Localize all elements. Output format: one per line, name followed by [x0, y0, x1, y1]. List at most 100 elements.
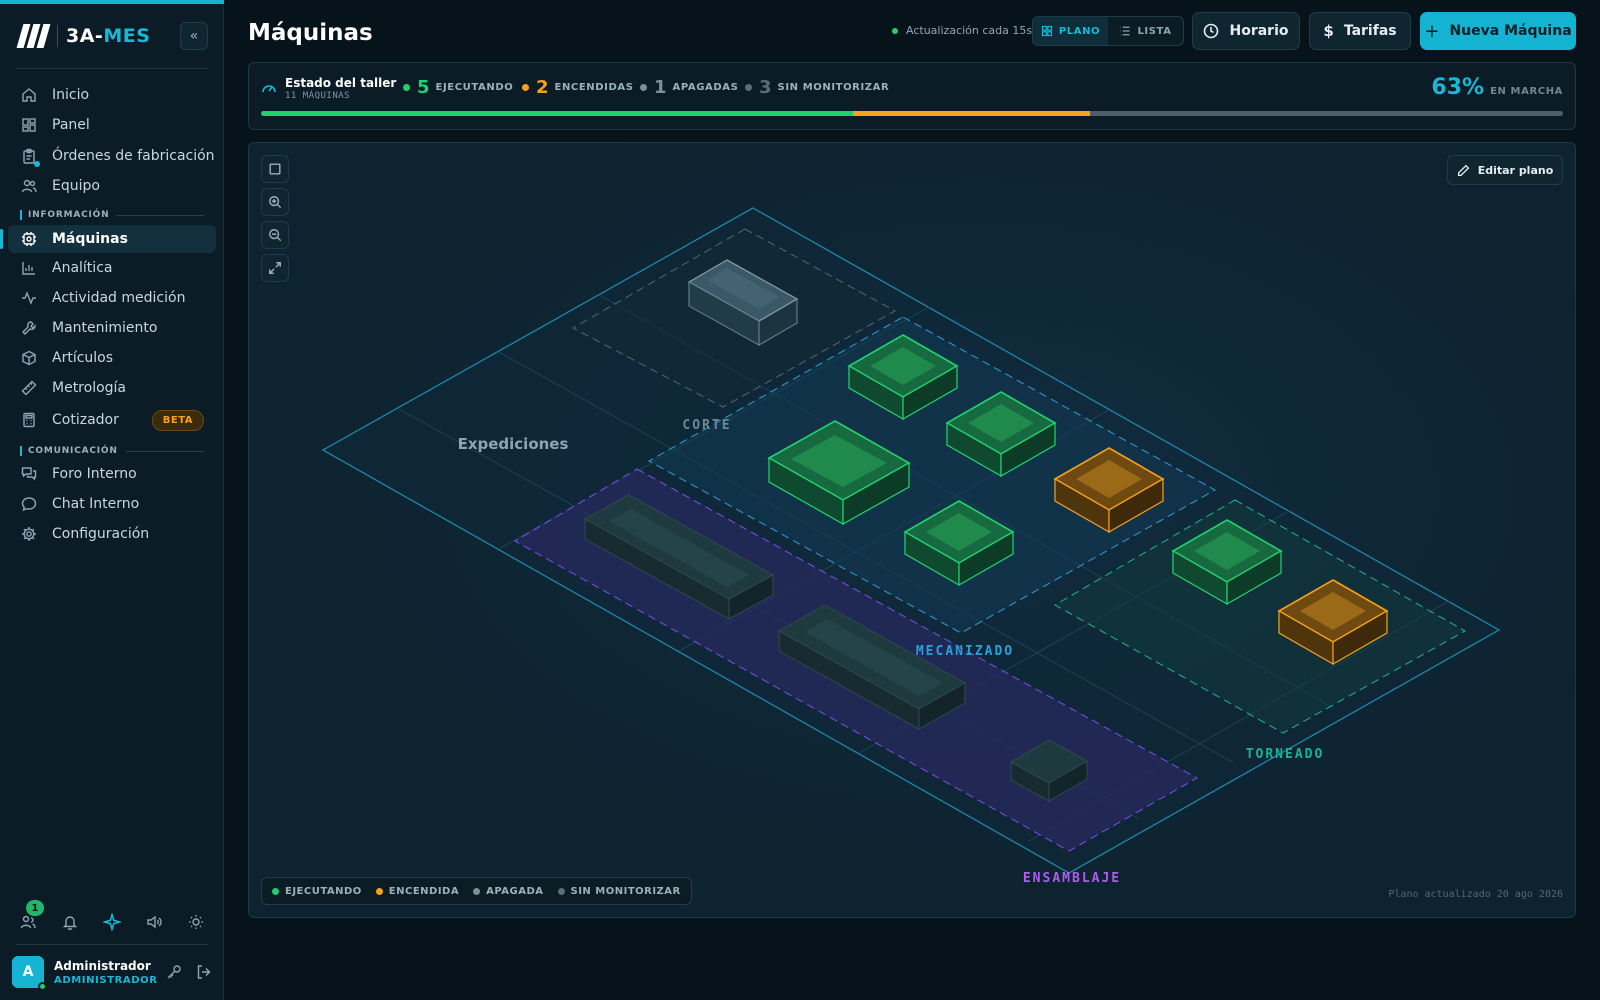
brand[interactable]: 3A-MES [16, 22, 150, 50]
sidebar-item-chat[interactable]: Chat Interno [8, 490, 216, 518]
refresh-text: Actualización cada 15s [906, 24, 1033, 37]
status-count: 1 [654, 77, 667, 98]
view-toggle: PLANO LISTA [1032, 16, 1184, 46]
live-dot [892, 27, 898, 34]
sun-icon[interactable] [184, 910, 208, 934]
sidebar-item-actividad[interactable]: Actividad medición [8, 284, 216, 312]
status-count: 3 [759, 77, 772, 98]
messages-icon [20, 465, 38, 483]
sidebar-item-configuracion[interactable]: Configuración [8, 520, 216, 548]
new-machine-button[interactable]: + Nueva Máquina [1420, 12, 1576, 50]
zoom-out-icon [268, 228, 282, 242]
rates-button[interactable]: $ Tarifas [1309, 12, 1411, 50]
zoom-in-button[interactable] [261, 188, 289, 216]
percent-label: EN MARCHA [1490, 86, 1563, 97]
sidebar-item-inicio[interactable]: Inicio [8, 81, 216, 109]
legend-dot [375, 887, 383, 895]
legend-item: APAGADA [473, 886, 543, 897]
sidebar-item-equipo[interactable]: Equipo [8, 172, 216, 200]
sidebar-item-label: Metrología [52, 380, 127, 396]
key-icon[interactable] [166, 964, 182, 980]
legend-label: EJECUTANDO [285, 885, 362, 897]
legend-item: SIN MONITORIZAR [557, 886, 681, 897]
sidebar-item-label: Mantenimiento [52, 320, 158, 336]
status-on: 2 ENCENDIDAS [522, 77, 634, 98]
legend-dot [473, 887, 481, 895]
expand-icon [268, 261, 282, 275]
zone-label-ensamblaje: ENSAMBLAJE [1023, 871, 1121, 886]
chip-icon [20, 230, 38, 248]
progress-on [853, 111, 1091, 116]
box-icon [20, 349, 38, 367]
square-icon [268, 162, 282, 176]
bell-icon[interactable] [58, 910, 82, 934]
brand-name-a: 3A- [66, 25, 104, 47]
sidebar-item-mantenimiento[interactable]: Mantenimiento [8, 314, 216, 342]
avatar-initial: A [22, 964, 34, 980]
chevrons-left-icon: « [189, 28, 199, 44]
shop-status-panel: Estado del taller 11 MÁQUINAS 5 EJECUTAN… [248, 62, 1576, 130]
sidebar-item-cotizador[interactable]: Cotizador BETA [8, 406, 216, 434]
wrench-icon [20, 319, 38, 337]
floor-plan-canvas[interactable]: Expediciones CORTE MECANIZADO TORNEADO E… [249, 143, 1576, 918]
online-count-badge: 1 [26, 900, 44, 916]
sidebar-item-analitica[interactable]: Analítica [8, 254, 216, 282]
status-label: APAGADAS [672, 82, 739, 93]
users-icon [20, 177, 38, 195]
floor-plan[interactable]: Expediciones CORTE MECANIZADO TORNEADO E… [248, 142, 1576, 918]
status-dot [745, 84, 752, 91]
unread-dot [34, 161, 40, 167]
zone-label-expediciones: Expediciones [458, 435, 569, 453]
sparkle-icon[interactable] [100, 910, 124, 934]
zoom-out-button[interactable] [261, 221, 289, 249]
beta-badge: BETA [151, 409, 204, 431]
status-count: 5 [417, 77, 430, 98]
user-profile[interactable]: A Administrador ADMINISTRADOR [12, 956, 212, 991]
calculator-icon [20, 411, 38, 429]
zone-label-mecanizado: MECANIZADO [916, 644, 1014, 659]
fit-view-button[interactable] [261, 254, 289, 282]
view-plano-button[interactable]: PLANO [1033, 17, 1108, 45]
logout-icon[interactable] [196, 964, 212, 980]
sidebar-quick-actions: 1 [16, 900, 208, 934]
sidebar-item-ordenes[interactable]: Órdenes de fabricación [8, 142, 216, 170]
sidebar-item-label: Analítica [52, 260, 113, 276]
refresh-indicator: Actualización cada 15s [892, 24, 1032, 37]
sidebar-item-maquinas[interactable]: Máquinas [0, 225, 216, 253]
brand-logo-icon [16, 24, 51, 48]
edit-plan-label: Editar plano [1477, 163, 1554, 177]
sidebar-item-panel[interactable]: Panel [8, 111, 216, 139]
select-tool-button[interactable] [261, 155, 289, 183]
schedule-button[interactable]: Horario [1192, 12, 1300, 50]
status-count: 2 [536, 77, 549, 98]
plan-legend: EJECUTANDO ENCENDIDA APAGADA SIN MONITOR… [261, 877, 692, 905]
edit-plan-button[interactable]: Editar plano [1447, 155, 1563, 185]
status-title: Estado del taller [285, 76, 397, 90]
sidebar-item-foro[interactable]: Foro Interno [8, 460, 216, 488]
grid-icon [1041, 25, 1053, 37]
sidebar-item-label: Equipo [52, 178, 100, 194]
gear-icon [20, 525, 38, 543]
bar-chart-icon [20, 259, 38, 277]
user-name: Administrador [54, 958, 151, 973]
section-label-informacion: INFORMACIÓN [20, 210, 204, 220]
sidebar-item-label: Cotizador [52, 412, 119, 428]
user-role: ADMINISTRADOR [54, 974, 158, 986]
sidebar-item-label: Inicio [52, 87, 90, 103]
view-lista-button[interactable]: LISTA [1108, 17, 1183, 45]
home-icon [20, 86, 38, 104]
pencil-icon [1457, 164, 1470, 177]
percent-value: 63% [1431, 75, 1485, 100]
sidebar-item-label: Máquinas [52, 231, 128, 247]
status-running: 5 EJECUTANDO [403, 77, 513, 98]
sidebar-item-metrologia[interactable]: Metrología [8, 374, 216, 402]
status-progress-bar [261, 111, 1563, 116]
page-title: Máquinas [248, 20, 373, 46]
megaphone-icon[interactable] [142, 910, 166, 934]
status-dot [522, 84, 529, 91]
sidebar-item-articulos[interactable]: Artículos [8, 344, 216, 372]
online-users-icon[interactable]: 1 [16, 900, 44, 934]
collapse-sidebar-button[interactable]: « [180, 22, 208, 50]
new-machine-label: Nueva Máquina [1449, 23, 1572, 39]
ruler-icon [20, 379, 38, 397]
